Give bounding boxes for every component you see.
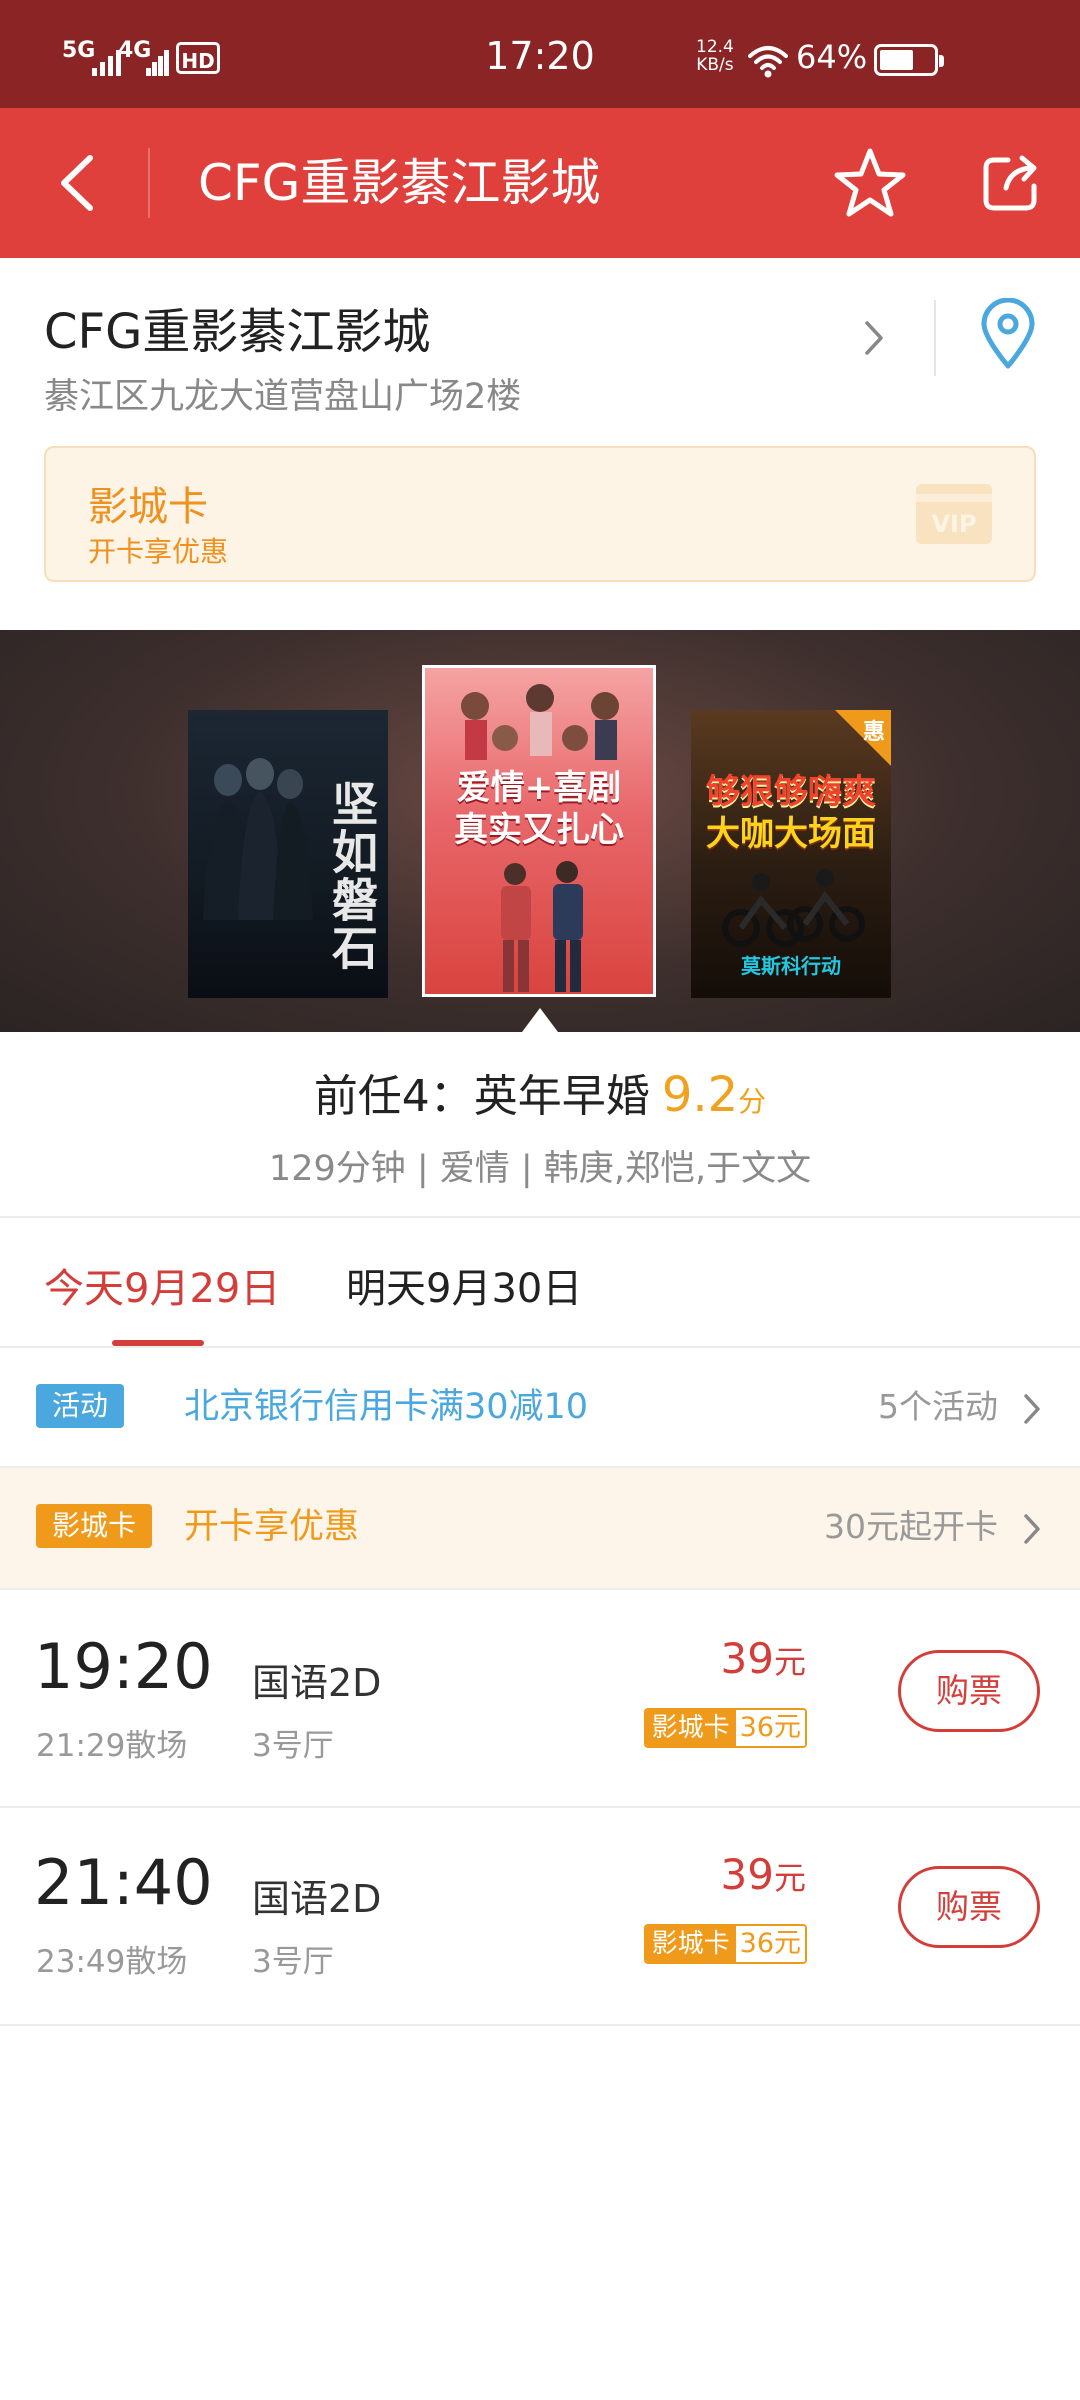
card-price-value: 36元 — [735, 1926, 805, 1962]
card-price-value: 36元 — [735, 1710, 805, 1746]
poster-tagline-2: 大咖大场面 — [706, 814, 876, 854]
activity-count: 5个活动 — [878, 1387, 998, 1426]
movie-poster[interactable]: 惠 够狠够嗨爽 大咖大场面 莫斯科行动 — [691, 710, 891, 998]
card-price-badge: 影城卡 36元 — [643, 1708, 807, 1748]
network-speed-unit: KB/s — [696, 55, 734, 75]
status-bar: 5G 4G HD 17:20 12.4 KB/s 64% — [0, 0, 1080, 108]
language-format: 国语2D — [252, 1877, 382, 1921]
activity-badge: 活动 — [36, 1384, 125, 1428]
price-value: 39 — [720, 1850, 774, 1899]
activity-promo-row[interactable]: 活动 北京银行信用卡满30减10 5个活动 — [0, 1348, 1080, 1468]
movie-score-unit: 分 — [738, 1085, 767, 1118]
network-speed-value: 12.4 — [696, 37, 734, 57]
cinema-card-title: 影城卡 — [88, 484, 208, 530]
cinema-address[interactable]: 綦江区九龙大道营盘山广场2楼 — [44, 368, 521, 419]
tab-today[interactable]: 今天9月29日 — [44, 1256, 280, 1314]
card-promo-text: 开卡享优惠 — [184, 1507, 360, 1547]
wifi-icon — [748, 46, 788, 78]
page-title: CFG重影綦江影城 — [198, 154, 601, 212]
poster-cast-photos — [461, 684, 619, 760]
selected-indicator — [522, 1008, 558, 1032]
cinema-name[interactable]: CFG重影綦江影城 — [44, 292, 430, 362]
divider — [0, 1216, 1080, 1218]
star-icon[interactable] — [832, 146, 908, 220]
hall-number: 3号厅 — [252, 1728, 334, 1764]
card-price-badge: 影城卡 36元 — [643, 1924, 807, 1964]
ticket-price: 39元 — [721, 1850, 806, 1899]
card-promo-row[interactable]: 影城卡 开卡享优惠 30元起开卡 — [0, 1468, 1080, 1588]
movie-title: 前任4：英年早婚 — [313, 1071, 650, 1122]
chevron-right-icon — [1024, 1514, 1040, 1544]
activity-promo-text: 北京银行信用卡满30减10 — [184, 1387, 589, 1427]
price-unit: 元 — [773, 1643, 806, 1681]
network-speed: 12.4 KB/s — [696, 38, 734, 74]
end-time: 21:29散场 — [36, 1728, 188, 1764]
poster-title-text: 坚如磐石 — [325, 780, 379, 972]
showtime-row[interactable]: 19:20 21:29散场 国语2D 3号厅 39元 影城卡 36元 购票 — [0, 1590, 1080, 1806]
battery-percent: 64% — [796, 38, 868, 76]
movie-poster-selected[interactable]: 爱情+喜剧 真实又扎心 — [422, 665, 656, 997]
vip-label: VIP — [931, 510, 976, 538]
hall-number: 3号厅 — [252, 1944, 334, 1980]
poster-tagline-1: 够狠够嗨爽 — [706, 772, 876, 812]
showtime-row[interactable]: 21:40 23:49散场 国语2D 3号厅 39元 影城卡 36元 购票 — [0, 1806, 1080, 2022]
price-value: 39 — [720, 1634, 774, 1683]
buy-ticket-button[interactable]: 购票 — [898, 1866, 1040, 1948]
tab-tomorrow[interactable]: 明天9月30日 — [346, 1256, 582, 1314]
app-header: CFG重影綦江影城 — [0, 108, 1080, 258]
poster-motorcycle-riders — [722, 869, 865, 947]
start-time: 21:40 — [34, 1846, 213, 1919]
card-price-label: 影城卡 — [645, 1710, 736, 1746]
discount-tag-label: 惠 — [862, 720, 885, 745]
start-time: 19:20 — [34, 1630, 213, 1703]
movie-score: 9.2 — [661, 1067, 739, 1123]
movie-title-row: 前任4：英年早婚 9.2分 — [0, 1060, 1080, 1124]
vip-card-icon: VIP — [916, 484, 992, 544]
poster-carousel[interactable]: 坚如磐石 爱情+喜剧 真实又扎心 惠 够狠够嗨爽 大咖大场面 莫斯科行动 — [0, 630, 1080, 1032]
location-pin-icon[interactable] — [978, 298, 1038, 370]
cinema-card-banner[interactable]: 影城卡 开卡享优惠 VIP — [44, 446, 1036, 582]
chevron-right-icon[interactable] — [862, 318, 886, 358]
movie-poster[interactable]: 坚如磐石 — [188, 710, 388, 998]
price-unit: 元 — [773, 1859, 806, 1897]
header-divider — [148, 148, 150, 218]
language-format: 国语2D — [252, 1661, 382, 1705]
divider — [934, 300, 936, 376]
poster-figures — [203, 758, 313, 920]
back-icon[interactable] — [50, 150, 110, 216]
end-time: 23:49散场 — [36, 1944, 188, 1980]
poster-movie-title: 莫斯科行动 — [741, 954, 841, 978]
ticket-price: 39元 — [721, 1634, 806, 1683]
poster-tagline-1: 爱情+喜剧 — [456, 768, 622, 808]
cinema-card-badge: 影城卡 — [36, 1504, 153, 1548]
chevron-right-icon — [1024, 1394, 1040, 1424]
share-icon[interactable] — [980, 152, 1042, 214]
movie-meta: 129分钟 | 爱情 | 韩庚,郑恺,于文文 — [268, 1149, 812, 1189]
card-open-price: 30元起开卡 — [824, 1507, 998, 1546]
poster-tagline-2: 真实又扎心 — [454, 810, 624, 850]
cinema-card-subtitle: 开卡享优惠 — [88, 535, 229, 568]
battery-icon — [874, 44, 944, 76]
poster-couple — [501, 861, 583, 992]
buy-ticket-button[interactable]: 购票 — [898, 1650, 1040, 1732]
divider — [0, 2024, 1080, 2026]
card-price-label: 影城卡 — [645, 1926, 736, 1962]
